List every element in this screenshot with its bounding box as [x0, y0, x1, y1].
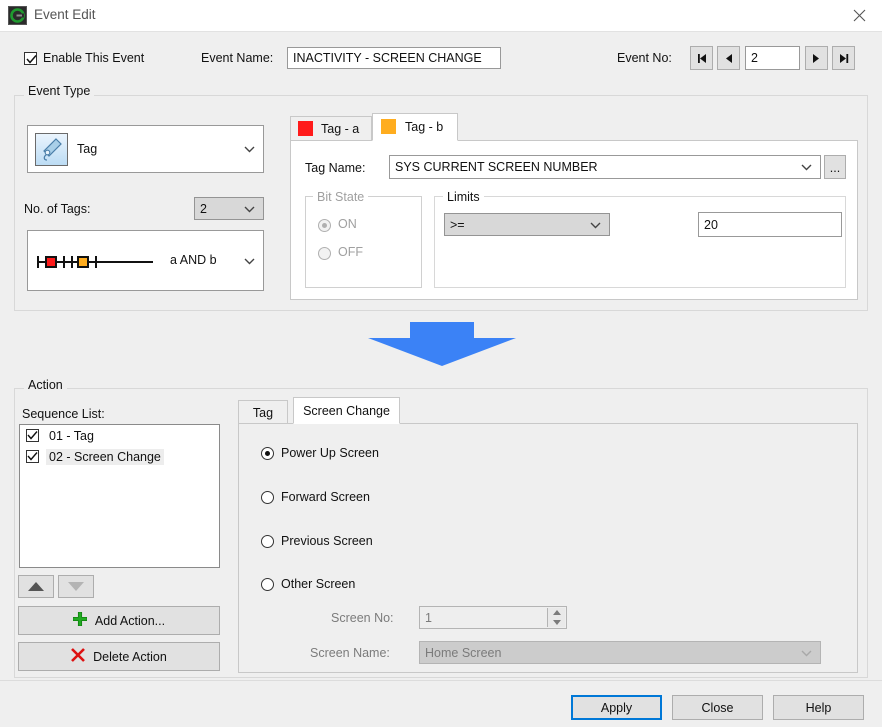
no-of-tags-value: 2	[200, 201, 207, 216]
ladder-contacts-series-icon	[37, 253, 161, 274]
footer-divider	[0, 680, 882, 681]
power-up-screen-label: Power Up Screen	[281, 446, 379, 460]
screen-name-value: Home Screen	[425, 645, 502, 660]
limits-group-title: Limits	[443, 190, 484, 204]
event-no-input[interactable]: 2	[745, 46, 800, 70]
sequence-item-label: 02 - Screen Change	[46, 448, 164, 465]
previous-record-icon[interactable]	[717, 46, 740, 70]
tag-a-color-swatch	[298, 121, 313, 136]
list-item[interactable]: 02 - Screen Change	[20, 446, 219, 467]
event-name-label: Event Name:	[201, 51, 274, 65]
list-item[interactable]: 01 - Tag	[20, 425, 219, 446]
event-type-combo[interactable]: Tag	[27, 125, 264, 173]
plus-icon	[72, 611, 88, 629]
title-bar: Event Edit	[0, 0, 882, 32]
forward-screen-radio[interactable]	[261, 491, 274, 504]
apply-button[interactable]: Apply	[571, 695, 662, 720]
chevron-down-icon	[244, 202, 255, 216]
x-mark-icon	[71, 648, 86, 665]
no-of-tags-label: No. of Tags:	[24, 202, 91, 216]
screen-name-label: Screen Name:	[310, 646, 390, 660]
check-icon	[26, 55, 37, 64]
other-screen-label: Other Screen	[281, 577, 356, 591]
chevron-down-icon	[801, 160, 812, 174]
tab-tag-b[interactable]: Tag - b	[372, 113, 458, 141]
no-of-tags-combo[interactable]: 2	[194, 197, 264, 220]
other-screen-radio[interactable]	[261, 578, 274, 591]
screen-change-tab-panel	[238, 423, 858, 673]
tag-icon	[35, 133, 68, 166]
tag-name-combo[interactable]: SYS CURRENT SCREEN NUMBER	[389, 155, 821, 179]
tab-action-screen-change[interactable]: Screen Change	[293, 397, 400, 424]
chevron-down-icon	[244, 142, 255, 156]
bit-state-group	[305, 196, 422, 288]
help-button[interactable]: Help	[773, 695, 864, 720]
forward-screen-label: Forward Screen	[281, 490, 370, 504]
tab-tag-a-label: Tag - a	[321, 122, 360, 136]
tag-logic-combo[interactable]: a AND b	[27, 230, 264, 291]
limits-group	[434, 196, 846, 288]
bit-state-off-label: OFF	[338, 245, 363, 259]
close-button[interactable]: Close	[672, 695, 763, 720]
enable-event-label: Enable This Event	[43, 51, 145, 65]
delete-action-label: Delete Action	[93, 649, 167, 664]
window-title: Event Edit	[34, 7, 96, 22]
sequence-list[interactable]: 01 - Tag 02 - Screen Change	[19, 424, 220, 568]
limits-operator-combo[interactable]: >=	[444, 213, 610, 236]
event-name-input[interactable]: INACTIVITY - SCREEN CHANGE	[287, 47, 501, 69]
event-type-value: Tag	[77, 142, 98, 156]
bit-state-group-title: Bit State	[313, 190, 369, 204]
tag-name-value: SYS CURRENT SCREEN NUMBER	[395, 160, 598, 174]
event-type-group-title: Event Type	[24, 84, 95, 98]
tag-name-browse-button[interactable]: ...	[824, 155, 846, 179]
bit-state-on-radio[interactable]	[318, 219, 331, 232]
first-record-icon[interactable]	[690, 46, 713, 70]
sequence-item-checkbox[interactable]	[26, 450, 39, 463]
power-up-screen-radio[interactable]	[261, 447, 274, 460]
screen-no-stepper	[547, 608, 565, 627]
next-record-icon[interactable]	[805, 46, 828, 70]
tab-action-tag-label: Tag	[252, 405, 274, 420]
delete-action-button[interactable]: Delete Action	[18, 642, 220, 671]
previous-screen-label: Previous Screen	[281, 534, 373, 548]
add-action-label: Add Action...	[94, 613, 166, 628]
sequence-list-label: Sequence List:	[22, 407, 105, 421]
chevron-down-icon	[244, 254, 255, 268]
tab-action-screen-change-label: Screen Change	[303, 403, 390, 418]
limits-operator-value: >=	[450, 217, 465, 232]
chevron-down-icon	[590, 218, 601, 232]
screen-no-label: Screen No:	[331, 611, 394, 625]
action-group-title: Action	[24, 378, 67, 392]
screen-no-input: 1	[419, 606, 567, 629]
bit-state-off-radio[interactable]	[318, 247, 331, 260]
chevron-down-icon	[801, 646, 812, 660]
bit-state-on-label: ON	[338, 217, 357, 231]
tab-tag-a[interactable]: Tag - a	[290, 116, 372, 141]
move-up-icon[interactable]	[18, 575, 54, 598]
sequence-item-label: 01 - Tag	[49, 428, 94, 443]
screen-name-combo: Home Screen	[419, 641, 821, 664]
last-record-icon[interactable]	[832, 46, 855, 70]
tab-tag-b-label: Tag - b	[405, 120, 444, 134]
tag-b-color-swatch	[381, 119, 396, 134]
tag-logic-value: a AND b	[170, 253, 217, 267]
tag-name-label: Tag Name:	[305, 161, 366, 175]
add-action-button[interactable]: Add Action...	[18, 606, 220, 635]
sequence-item-checkbox[interactable]	[26, 429, 39, 442]
limits-value-input[interactable]: 20	[698, 212, 842, 237]
event-no-label: Event No:	[617, 51, 672, 65]
enable-event-checkbox[interactable]	[24, 52, 37, 65]
move-down-icon	[58, 575, 94, 598]
close-icon[interactable]	[837, 0, 882, 30]
app-logo-icon	[8, 6, 27, 25]
tab-action-tag[interactable]: Tag	[238, 400, 288, 424]
previous-screen-radio[interactable]	[261, 535, 274, 548]
flow-arrow-icon	[368, 322, 516, 369]
